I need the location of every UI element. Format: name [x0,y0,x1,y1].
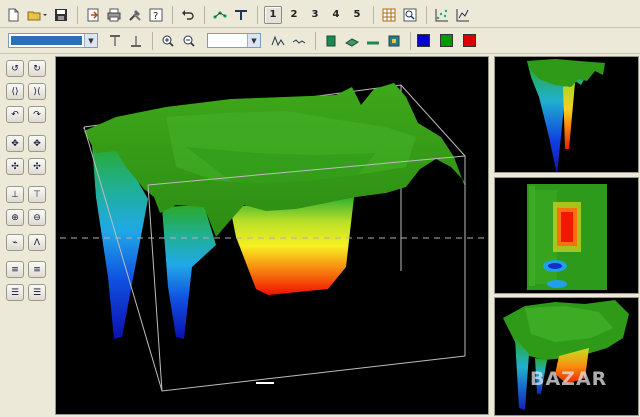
tilt-right-icon[interactable]: ↷ [28,106,46,123]
layer-align-right-icon[interactable]: ☰ [28,284,46,301]
toolbar-separator [204,5,205,24]
level-down-icon[interactable] [127,32,145,50]
tilt-left-icon[interactable]: ↶ [6,106,24,123]
pan-up-icon[interactable]: ✣ [6,158,24,175]
3d-surface-render [60,83,486,392]
toolbar-separator [426,5,427,24]
palette-select[interactable]: ▼ [8,33,98,48]
view-4-button[interactable]: 4 [327,6,345,24]
green-color-swatch[interactable] [440,34,453,47]
zoom-out-icon[interactable] [180,32,198,50]
profile-tool-icon[interactable] [232,6,250,24]
perspective-3d-view[interactable] [494,297,639,416]
main-3d-view[interactable] [55,56,489,415]
grid-icon[interactable] [380,6,398,24]
rotate-right-icon[interactable]: ↻ [28,60,46,77]
line-chart-icon[interactable] [454,6,472,24]
undo-icon[interactable] [179,6,197,24]
zoom-window-icon[interactable] [401,6,419,24]
toolbar-separator [373,5,374,24]
floor-level-icon[interactable]: ⊥ [6,186,24,203]
move-contract-icon[interactable]: ✥ [28,135,46,152]
layer-align-left-icon[interactable]: ☰ [6,284,24,301]
pan-down-icon[interactable]: ✣ [28,158,46,175]
perspective-render [503,300,629,410]
help-icon[interactable]: ? [147,6,165,24]
side-profile-view[interactable] [494,56,639,173]
svg-text:?: ? [153,11,158,22]
chevron-down-icon: ▼ [84,34,97,47]
scale-peak-icon[interactable]: Λ [28,234,46,251]
open-folder-icon[interactable] [25,6,49,24]
move-expand-icon[interactable]: ✥ [6,135,24,152]
tool-palette: ↺ ↻ ⟨⟩ ⟩⟨ ↶ ↷ ✥ ✥ ✣ ✣ ⊥ ⊤ ⊕ ⊖ ⌁ Λ ≡ ≡ ☰ … [0,55,52,417]
export-icon[interactable] [84,6,102,24]
view-3-button[interactable]: 3 [306,6,324,24]
toolbar-separator [152,31,153,50]
level-up-icon[interactable] [106,32,124,50]
palette-swatch [11,36,82,45]
signal-up-icon[interactable] [269,32,287,50]
toolbar-separator [77,5,78,24]
zoom-select[interactable]: ▼ [207,33,261,48]
layer-4-icon[interactable] [385,32,403,50]
view-2-button[interactable]: 2 [285,6,303,24]
layer-3-icon[interactable] [364,32,382,50]
toolbar-separator [257,5,258,24]
new-file-icon[interactable] [4,6,22,24]
layer-stack-down-icon[interactable]: ≡ [28,261,46,278]
view-1-button[interactable]: 1 [264,5,282,24]
rotate-left-icon[interactable]: ↺ [6,60,24,77]
expand-horizontal-icon[interactable]: ⟨⟩ [6,83,24,100]
main-toolbar: ? 1 2 3 4 5 [0,2,640,28]
save-icon[interactable] [52,6,70,24]
red-color-swatch[interactable] [463,34,476,47]
watermark-text: BAZAR [530,368,608,390]
scatter-plot-icon[interactable] [433,6,451,24]
ceiling-level-icon[interactable]: ⊤ [28,186,46,203]
zoom-in-icon[interactable] [159,32,177,50]
blue-color-swatch[interactable] [417,34,430,47]
heatmap-render [527,184,607,290]
side-profile-render [527,59,605,172]
view-5-button[interactable]: 5 [348,6,366,24]
tools-icon[interactable] [126,6,144,24]
zoom-select-value [208,34,247,47]
secondary-toolbar: ▼ ▼ [0,28,640,54]
layer-stack-up-icon[interactable]: ≡ [6,261,24,278]
scale-flat-icon[interactable]: ⌁ [6,234,24,251]
top-heatmap-view[interactable] [494,177,639,294]
layer-1-icon[interactable] [322,32,340,50]
shrink-horizontal-icon[interactable]: ⟩⟨ [28,83,46,100]
chevron-down-icon: ▼ [247,34,260,47]
layer-2-icon[interactable] [343,32,361,50]
zoom-out-small-icon[interactable]: ⊖ [28,209,46,226]
zoom-in-small-icon[interactable]: ⊕ [6,209,24,226]
points-icon[interactable] [211,6,229,24]
print-icon[interactable] [105,6,123,24]
toolbar-separator [410,31,411,50]
signal-flat-icon[interactable] [290,32,308,50]
toolbar-separator [315,31,316,50]
toolbar-separator [172,5,173,24]
